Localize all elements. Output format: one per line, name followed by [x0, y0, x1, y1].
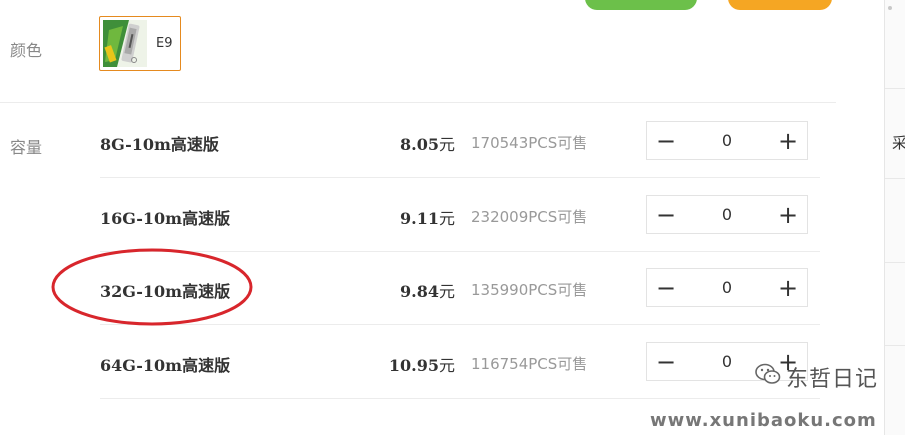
variant-name: 16G-10m高速版 — [100, 209, 231, 228]
decrement-button[interactable]: − — [647, 122, 685, 159]
table-row: 64G-10m高速版 10.95元 116754PCS可售 − 0 + — [0, 325, 836, 399]
right-panel-dot — [888, 6, 892, 10]
decrement-button[interactable]: − — [647, 343, 685, 380]
variant-name: 8G-10m高速版 — [100, 135, 219, 154]
section-divider — [0, 102, 836, 103]
table-row: 32G-10m高速版 9.84元 135990PCS可售 − 0 + — [0, 251, 836, 325]
decrement-button[interactable]: − — [647, 196, 685, 233]
quantity-stepper: − 0 + — [646, 268, 808, 307]
quantity-input[interactable]: 0 — [689, 343, 765, 380]
quantity-stepper: − 0 + — [646, 342, 808, 381]
right-panel-label: 采 — [892, 134, 905, 152]
variant-price: 9.84元 — [400, 282, 455, 301]
decrement-button[interactable]: − — [647, 269, 685, 306]
variant-stock: 135990PCS可售 — [471, 281, 588, 299]
quantity-input[interactable]: 0 — [689, 196, 765, 233]
quantity-input[interactable]: 0 — [689, 122, 765, 159]
variant-price: 9.11元 — [400, 209, 455, 228]
increment-button[interactable]: + — [769, 269, 807, 306]
quantity-stepper: − 0 + — [646, 121, 808, 160]
color-option-e9[interactable]: E9 — [99, 16, 181, 71]
quantity-input[interactable]: 0 — [689, 269, 765, 306]
green-action-button[interactable] — [585, 0, 697, 10]
variant-stock: 232009PCS可售 — [471, 208, 588, 226]
color-label: 颜色 — [10, 41, 43, 60]
variant-name: 32G-10m高速版 — [100, 282, 231, 301]
variant-name: 64G-10m高速版 — [100, 356, 231, 375]
table-row: 16G-10m高速版 9.11元 232009PCS可售 − 0 + — [0, 178, 836, 252]
watermark-name: 东哲日记 — [786, 367, 879, 392]
right-side-panel — [885, 0, 905, 435]
variant-price: 8.05元 — [400, 135, 455, 154]
wechat-icon — [755, 363, 781, 384]
increment-button[interactable]: + — [769, 196, 807, 233]
row-divider — [100, 398, 820, 399]
swatch-label: E9 — [156, 36, 173, 51]
product-thumbnail — [103, 20, 147, 67]
variant-price: 10.95元 — [388, 356, 455, 375]
watermark-url: www.xunibaoku.com — [650, 410, 877, 431]
increment-button[interactable]: + — [769, 122, 807, 159]
variant-stock: 170543PCS可售 — [471, 134, 588, 152]
table-row: 8G-10m高速版 8.05元 170543PCS可售 − 0 + — [0, 104, 836, 178]
variant-stock: 116754PCS可售 — [471, 355, 588, 373]
quantity-stepper: − 0 + — [646, 195, 808, 234]
orange-action-button[interactable] — [728, 0, 832, 10]
